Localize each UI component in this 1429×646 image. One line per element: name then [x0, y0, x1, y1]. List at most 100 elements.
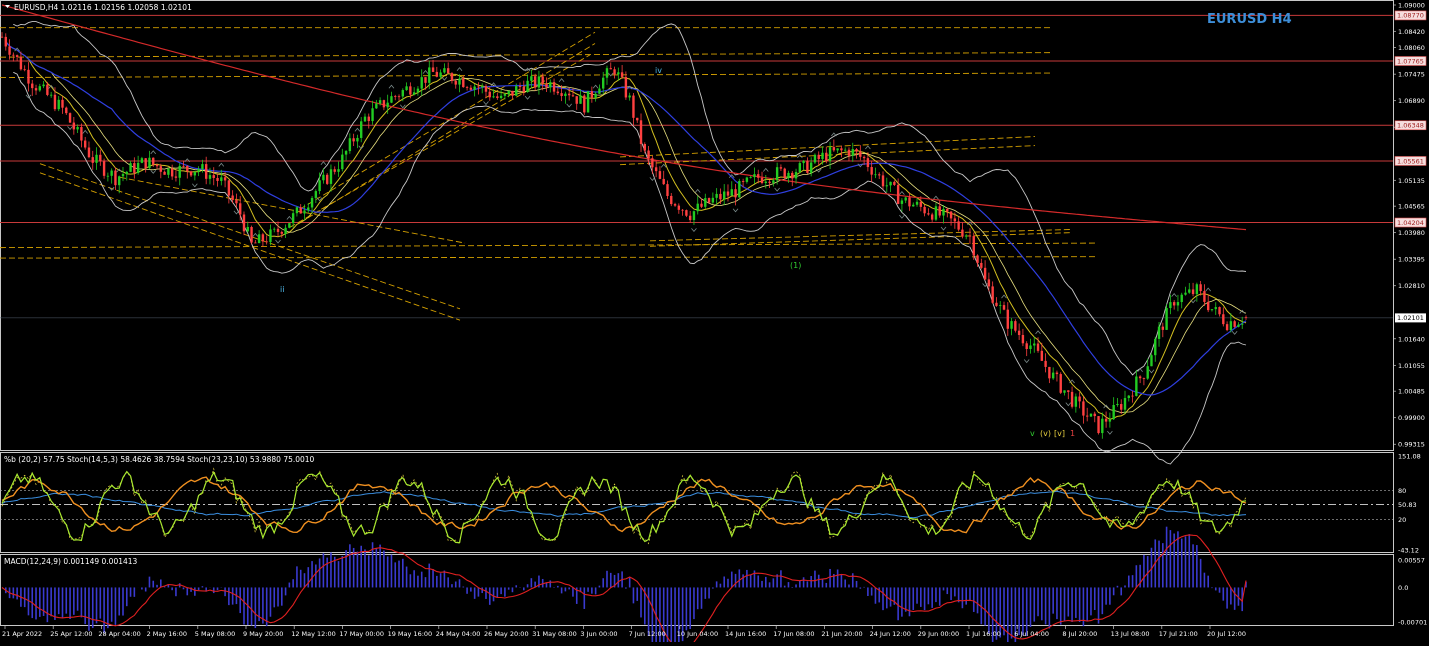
candle-body	[692, 211, 696, 221]
candle-body	[912, 204, 915, 207]
candle-body	[356, 137, 359, 142]
candle-body	[367, 116, 370, 122]
candle-body	[1078, 396, 1081, 402]
candle-body	[987, 279, 991, 287]
wave-label-6: (1)	[790, 261, 801, 270]
time-tick-label: 21 Jun 20:00	[821, 630, 862, 638]
candle-body	[964, 235, 968, 237]
candle-body	[261, 234, 265, 242]
candle-body	[847, 149, 851, 156]
candle-body	[125, 171, 128, 175]
candle-body	[492, 96, 495, 98]
price-tick-label: 1.00485	[1398, 388, 1425, 396]
candle-body	[980, 262, 983, 268]
candle-body	[118, 176, 121, 186]
wave-label-2: v	[1030, 429, 1035, 438]
candle-body	[1180, 294, 1183, 303]
price-tick-label: 1.02810	[1398, 282, 1425, 290]
candle-body	[1188, 289, 1191, 293]
candle-body	[1225, 324, 1229, 331]
candle-body	[363, 116, 367, 122]
candle-body	[522, 87, 525, 93]
time-tick-label: 1 Jul 16:00	[966, 630, 1001, 638]
candle-body	[42, 84, 45, 87]
time-tick-label: 25 Apr 12:00	[50, 630, 92, 638]
candle-body	[768, 181, 771, 183]
candle-body	[972, 236, 975, 256]
stoch-tick-label: 20	[1398, 516, 1406, 524]
wave-label-1: ii	[280, 285, 284, 294]
candle-body	[1108, 419, 1112, 422]
candle-body	[1082, 401, 1085, 416]
candle-body	[957, 221, 960, 230]
candle-body	[129, 163, 132, 172]
price-tick-label: 1.09000	[1398, 2, 1425, 10]
candle-body	[163, 171, 166, 175]
candle-body	[881, 175, 885, 187]
candle-body	[1021, 334, 1025, 344]
candle-body	[832, 147, 836, 151]
candle-body	[288, 223, 291, 228]
candle-body	[609, 68, 612, 70]
price-tick-label: 0.99315	[1398, 441, 1425, 449]
candle-body	[836, 148, 839, 151]
candle-body	[1104, 418, 1108, 422]
candle-body	[1218, 307, 1221, 315]
candle-body	[866, 158, 870, 168]
candle-body	[1154, 338, 1157, 356]
candle-body	[375, 103, 378, 109]
candle-body	[31, 83, 34, 89]
candle-body	[896, 184, 900, 204]
candle-body	[1074, 396, 1078, 407]
candle-body	[307, 207, 310, 211]
candle-body	[38, 86, 42, 91]
candle-body	[821, 152, 824, 160]
candle-body	[1070, 391, 1074, 407]
candle-body	[855, 149, 858, 152]
candle-body	[412, 92, 416, 95]
candle-body	[541, 76, 544, 84]
candle-body	[518, 86, 522, 88]
candle-body	[999, 305, 1002, 306]
candle-body	[647, 150, 650, 159]
candle-body	[167, 168, 170, 175]
candle-body	[352, 138, 355, 142]
candle-body	[72, 122, 76, 130]
candle-body	[382, 100, 386, 108]
candle-body	[280, 231, 284, 234]
current-price-label: 1.02101	[1397, 314, 1424, 322]
candle-body	[428, 67, 431, 83]
candle-body	[1142, 378, 1146, 379]
macd-tick-label: 0.0	[1398, 584, 1408, 592]
candle-body	[386, 102, 389, 108]
chart-canvas[interactable]: iv ii v (v) [v] 1 (1) EURUSD,H4 1.02116 1.0215…	[0, 0, 1429, 646]
candle-body	[840, 148, 843, 151]
candle-body	[136, 162, 140, 173]
candle-body	[337, 169, 340, 172]
candle-body	[174, 176, 178, 178]
candle-body	[322, 174, 325, 181]
candle-body	[511, 90, 514, 96]
candle-body	[1214, 307, 1217, 310]
time-tick-label: 19 May 16:00	[388, 630, 433, 638]
candle-body	[942, 208, 945, 216]
candle-body	[567, 93, 571, 96]
level-tag-label-3: 1.05561	[1397, 157, 1424, 165]
candle-body	[745, 177, 749, 182]
candle-body	[1172, 302, 1176, 306]
time-tick-label: 21 Apr 2022	[2, 630, 42, 638]
candle-body	[318, 180, 321, 192]
candle-body	[212, 175, 215, 178]
candle-body	[1146, 366, 1149, 379]
candle-body	[1191, 289, 1195, 295]
candle-body	[639, 120, 643, 144]
price-tick-label: 1.08420	[1398, 28, 1425, 36]
price-tick-label: 1.04565	[1398, 203, 1425, 211]
candle-body	[1123, 398, 1127, 410]
candle-body	[556, 91, 560, 94]
time-tick-label: 3 Jun 00:00	[580, 630, 617, 638]
candle-body	[170, 168, 174, 177]
candle-body	[549, 82, 552, 88]
candle-body	[688, 215, 692, 221]
candle-body	[613, 69, 616, 75]
